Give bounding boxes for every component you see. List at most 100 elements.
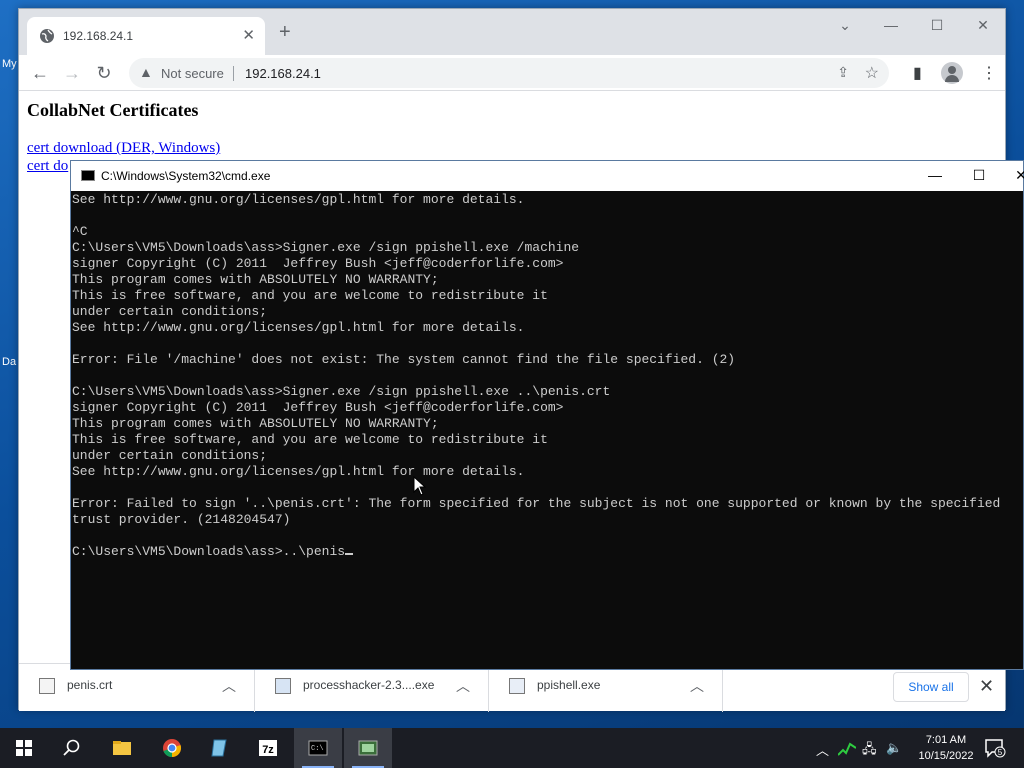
- download-item[interactable]: penis.crt ︿: [19, 664, 255, 712]
- signer-app-button[interactable]: [344, 728, 392, 768]
- menu-icon[interactable]: ⋮: [981, 63, 997, 83]
- terminal-line: This program comes with ABSOLUTELY NO WA…: [72, 272, 439, 287]
- browser-toolbar: ← → ↻ ▲ Not secure 192.168.24.1 ⇪ ☆ ▮ ⋮: [19, 55, 1005, 91]
- 7zip-button[interactable]: 7z: [244, 728, 292, 768]
- forward-button[interactable]: →: [61, 63, 83, 83]
- close-tab-icon[interactable]: ✕: [242, 26, 255, 44]
- svg-text:7z: 7z: [262, 744, 274, 756]
- 7zip-icon: 7z: [259, 740, 277, 756]
- back-button[interactable]: ←: [29, 63, 51, 83]
- cmd-title: C:\Windows\System32\cmd.exe: [101, 169, 271, 183]
- url-text[interactable]: 192.168.24.1: [245, 66, 321, 81]
- download-filename: ppishell.exe: [537, 678, 601, 692]
- terminal-line: See http://www.gnu.org/licenses/gpl.html…: [72, 192, 525, 207]
- text-cursor: [345, 553, 354, 555]
- svg-text:5: 5: [998, 748, 1003, 757]
- chevron-up-icon[interactable]: ︿: [222, 676, 236, 696]
- terminal-line: under certain conditions;: [72, 448, 268, 463]
- mouse-pointer-icon: [413, 476, 427, 496]
- start-button[interactable]: [0, 728, 48, 768]
- search-icon: [63, 739, 80, 756]
- terminal-line: C:\Users\VM5\Downloads\ass>Signer.exe /s…: [72, 384, 611, 399]
- clock-date: 10/15/2022: [918, 750, 974, 762]
- network-icon[interactable]: 🖧: [862, 740, 877, 762]
- terminal-output[interactable]: See http://www.gnu.org/licenses/gpl.html…: [72, 192, 1024, 670]
- cmd-icon: [81, 170, 95, 181]
- terminal-line: signer Copyright (C) 2011 Jeffrey Bush <…: [72, 256, 564, 271]
- security-label[interactable]: Not secure: [161, 66, 224, 81]
- terminal-line: trust provider. (2148204547): [72, 512, 291, 527]
- terminal-icon: C:\: [308, 740, 328, 756]
- chrome-icon: [163, 739, 182, 757]
- terminal-line: ^C: [72, 224, 88, 239]
- globe-icon: [40, 29, 54, 43]
- chevron-up-icon[interactable]: ︿: [456, 676, 470, 696]
- terminal-line: See http://www.gnu.org/licenses/gpl.html…: [72, 320, 525, 335]
- download-filename: penis.crt: [67, 678, 113, 692]
- chevron-up-icon[interactable]: ︿: [690, 676, 704, 696]
- minimize-button[interactable]: —: [925, 167, 945, 183]
- page-title: CollabNet Certificates: [27, 100, 199, 120]
- show-all-button[interactable]: Show all: [893, 672, 969, 702]
- browser-tab[interactable]: 192.168.24.1 ✕: [27, 17, 265, 55]
- exe-file-icon: [509, 678, 525, 694]
- profile-avatar[interactable]: [941, 62, 963, 84]
- maximize-button[interactable]: ☐: [925, 17, 949, 34]
- close-window-button[interactable]: ✕: [1011, 167, 1024, 184]
- cert-download-link[interactable]: cert do: [27, 158, 68, 175]
- close-icon[interactable]: ✕: [979, 676, 994, 697]
- terminal-line: C:\Users\VM5\Downloads\ass>..\penis: [72, 544, 354, 560]
- terminal-line: This is free software, and you are welco…: [72, 432, 548, 447]
- tab-title: 192.168.24.1: [63, 29, 134, 43]
- minimize-button[interactable]: —: [879, 17, 903, 33]
- tab-strip: 192.168.24.1 ✕ + ⌄ — ☐ ✕: [19, 9, 1005, 55]
- tab-search-icon[interactable]: ⌄: [833, 17, 857, 34]
- clock-time: 7:01 AM: [925, 734, 967, 746]
- download-filename: processhacker-2.3....exe: [303, 678, 435, 692]
- terminal-line: under certain conditions;: [72, 304, 268, 319]
- downloads-bar: penis.crt ︿ processhacker-2.3....exe ︿ p…: [19, 663, 1005, 712]
- certificate-file-icon: [39, 678, 55, 694]
- terminal-line: Error: File '/machine' does not exist: T…: [72, 352, 736, 367]
- cmd-taskbar-button[interactable]: C:\: [294, 728, 342, 768]
- address-bar[interactable]: ▲ Not secure 192.168.24.1 ⇪ ☆: [129, 58, 889, 88]
- warning-icon[interactable]: ▲: [139, 64, 153, 80]
- bookmark-star-icon[interactable]: ☆: [865, 63, 879, 83]
- terminal-line: This is free software, and you are welco…: [72, 288, 548, 303]
- search-button[interactable]: [48, 728, 96, 768]
- volume-icon[interactable]: 🔈: [886, 740, 902, 756]
- terminal-line: See http://www.gnu.org/licenses/gpl.html…: [72, 464, 525, 479]
- cert-download-der-link[interactable]: cert download (DER, Windows): [27, 140, 220, 157]
- chrome-button[interactable]: [148, 728, 196, 768]
- show-hidden-icons[interactable]: ︿: [816, 740, 829, 759]
- signer-app-icon: [358, 740, 378, 756]
- taskbar: 7z C:\ ︿ 🖧 🔈 7:01 AM 10/15/2022 5: [0, 728, 1024, 768]
- terminal-line: signer Copyright (C) 2011 Jeffrey Bush <…: [72, 400, 564, 415]
- clock[interactable]: 7:01 AM 10/15/2022: [914, 732, 978, 764]
- desktop-icon-label[interactable]: My: [2, 58, 17, 70]
- maximize-button[interactable]: ☐: [969, 167, 989, 184]
- performance-graph-icon[interactable]: [838, 740, 856, 756]
- divider: [233, 66, 234, 81]
- terminal-line: This program comes with ABSOLUTELY NO WA…: [72, 416, 439, 431]
- windows-logo-icon: [16, 740, 32, 756]
- new-tab-button[interactable]: +: [279, 22, 291, 42]
- notepad-button[interactable]: [196, 728, 244, 768]
- download-item[interactable]: ppishell.exe ︿: [489, 664, 723, 712]
- close-window-button[interactable]: ✕: [971, 17, 995, 34]
- terminal-line: C:\Users\VM5\Downloads\ass>Signer.exe /s…: [72, 240, 580, 255]
- svg-text:C:\: C:\: [311, 745, 324, 753]
- desktop-icon-label[interactable]: Da: [2, 356, 16, 368]
- reload-button[interactable]: ↻: [93, 63, 115, 83]
- folder-icon: [113, 741, 131, 755]
- side-panel-icon[interactable]: ▮: [913, 63, 922, 83]
- share-icon[interactable]: ⇪: [837, 64, 849, 81]
- notification-icon: 5: [985, 739, 1006, 758]
- file-explorer-button[interactable]: [98, 728, 146, 768]
- cmd-title-bar[interactable]: C:\Windows\System32\cmd.exe — ☐ ✕: [71, 161, 1024, 191]
- cmd-window[interactable]: C:\Windows\System32\cmd.exe — ☐ ✕ See ht…: [70, 160, 1024, 670]
- terminal-line: Error: Failed to sign '..\penis.crt': Th…: [72, 496, 1001, 511]
- notepad-icon: [211, 739, 227, 757]
- notifications-button[interactable]: 5: [984, 738, 1006, 758]
- download-item[interactable]: processhacker-2.3....exe ︿: [255, 664, 489, 712]
